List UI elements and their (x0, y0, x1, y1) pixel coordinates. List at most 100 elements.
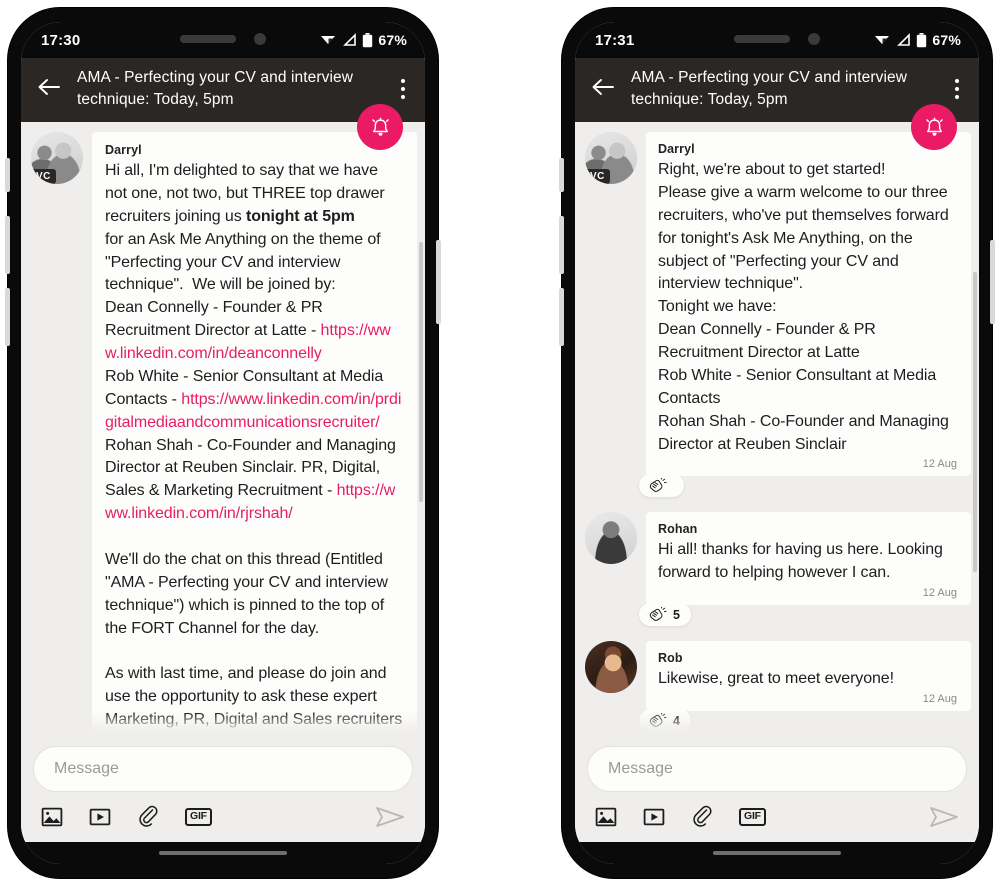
front-camera (254, 33, 266, 45)
clapping-hands-icon (649, 713, 667, 727)
reaction-count: 5 (673, 607, 680, 622)
send-icon[interactable] (375, 804, 405, 830)
signal-icon (343, 33, 357, 46)
gif-label: GIF (739, 808, 766, 826)
message-row: Rob Likewise, great to meet everyone! 12… (575, 641, 979, 711)
image-icon[interactable] (595, 806, 617, 828)
status-indicators: 67% (320, 32, 407, 48)
message-text: Right, we're about to get started! Pleas… (658, 161, 949, 453)
signal-icon (897, 33, 911, 46)
gif-icon[interactable]: GIF (185, 808, 212, 826)
overflow-menu-icon[interactable] (949, 75, 965, 103)
gif-label: GIF (185, 808, 212, 826)
message-list[interactable]: VC Darryl Right, we're about to get star… (575, 122, 979, 738)
earpiece-speaker (734, 35, 790, 43)
notch (734, 33, 820, 45)
message-bubble: Rohan Hi all! thanks for having us here.… (646, 512, 971, 606)
phone-right: 17:31 67% AMA - Perfecting your CV and i… (559, 8, 995, 878)
back-icon[interactable] (589, 75, 617, 104)
reaction-row: 4 (575, 709, 979, 733)
message-list[interactable]: VC Darryl Hi all, I'm delighted to say t… (21, 122, 425, 738)
wifi-icon (875, 36, 890, 44)
message-input[interactable]: Message (33, 746, 413, 792)
reaction-count: 4 (673, 713, 680, 728)
message-timestamp: 12 Aug (922, 693, 957, 705)
message-bubble: Darryl Right, we're about to get started… (646, 132, 971, 477)
status-time: 17:30 (41, 31, 81, 49)
front-camera (808, 33, 820, 45)
overflow-menu-icon[interactable] (395, 75, 411, 103)
message-bubble: Darryl Hi all, I'm delighted to say that… (92, 132, 417, 738)
volume-up-button[interactable] (559, 216, 564, 274)
alarm-bell-icon[interactable] (357, 104, 403, 150)
clapping-hands-icon (649, 478, 667, 493)
status-time: 17:31 (595, 31, 635, 49)
battery-icon (363, 32, 373, 47)
attachment-icon[interactable] (137, 805, 159, 829)
image-icon[interactable] (41, 806, 63, 828)
battery-percent: 67% (378, 32, 407, 48)
wifi-icon (321, 36, 336, 44)
avatar[interactable]: VC (585, 132, 637, 184)
message-bubble: Rob Likewise, great to meet everyone! 12… (646, 641, 971, 711)
avatar-badge: VC (31, 169, 56, 184)
reaction-row (575, 474, 979, 498)
message-text: Hi all! thanks for having us here. Looki… (658, 541, 948, 582)
message-sender: Rohan (658, 522, 698, 537)
message-sender: Darryl (658, 142, 695, 156)
composer-tools: GIF (33, 792, 413, 832)
battery-icon (917, 32, 927, 47)
reaction-row: 5 (575, 603, 979, 627)
avatar-photo (585, 512, 637, 565)
message-sender: Darryl (105, 143, 142, 157)
reaction-chip[interactable] (639, 474, 684, 498)
earpiece-speaker (180, 35, 236, 43)
status-bar: 17:31 67% (575, 22, 979, 58)
phone-screen-right: 17:31 67% AMA - Perfecting your CV and i… (575, 22, 979, 864)
video-icon[interactable] (89, 806, 111, 828)
notch (180, 33, 266, 45)
message-row: Rohan Hi all! thanks for having us here.… (575, 512, 979, 606)
avatar[interactable]: VC (31, 132, 83, 184)
composer-tools: GIF (587, 792, 967, 832)
message-timestamp: 12 Aug (922, 458, 957, 471)
home-indicator (575, 842, 979, 864)
gif-icon[interactable]: GIF (739, 808, 766, 826)
message-input[interactable]: Message (587, 746, 967, 792)
volume-down-button[interactable] (5, 288, 10, 346)
message-timestamp: 12 Aug (922, 587, 957, 600)
scrollbar[interactable] (973, 272, 977, 572)
message-text: Hi all, I'm delighted to say that we hav… (105, 162, 403, 738)
message-row: VC Darryl Hi all, I'm delighted to say t… (21, 132, 425, 738)
message-text: Likewise, great to meet everyone! (658, 670, 894, 688)
phone-screen-left: 17:30 67% AMA - Perfecting your CV and i… (21, 22, 425, 864)
back-icon[interactable] (35, 75, 63, 104)
avatar[interactable] (585, 641, 637, 694)
avatar-badge: VC (585, 169, 610, 184)
reaction-chip[interactable]: 4 (639, 709, 691, 732)
reaction-chip[interactable]: 5 (639, 603, 691, 627)
composer: Message GIF (575, 738, 979, 842)
home-indicator (21, 842, 425, 864)
page-title: AMA - Perfecting your CV and interview t… (77, 69, 354, 108)
volume-up-button[interactable] (5, 216, 10, 274)
status-bar: 17:30 67% (21, 22, 425, 58)
avatar-photo (585, 641, 637, 694)
message-sender: Rob (658, 651, 683, 666)
message-row: VC Darryl Right, we're about to get star… (575, 132, 979, 477)
power-button[interactable] (436, 240, 441, 324)
clapping-hands-icon (649, 607, 667, 622)
status-indicators: 67% (874, 32, 961, 48)
alarm-bell-icon[interactable] (911, 104, 957, 150)
battery-percent: 67% (932, 32, 961, 48)
power-button[interactable] (990, 240, 995, 324)
volume-down-button[interactable] (559, 288, 564, 346)
mute-switch[interactable] (559, 158, 564, 192)
mute-switch[interactable] (5, 158, 10, 192)
scrollbar[interactable] (419, 242, 423, 502)
send-icon[interactable] (929, 804, 959, 830)
attachment-icon[interactable] (691, 805, 713, 829)
avatar[interactable] (585, 512, 637, 565)
screenshot-stage: 17:30 67% AMA - Perfecting your CV and i… (0, 0, 1000, 886)
video-icon[interactable] (643, 806, 665, 828)
